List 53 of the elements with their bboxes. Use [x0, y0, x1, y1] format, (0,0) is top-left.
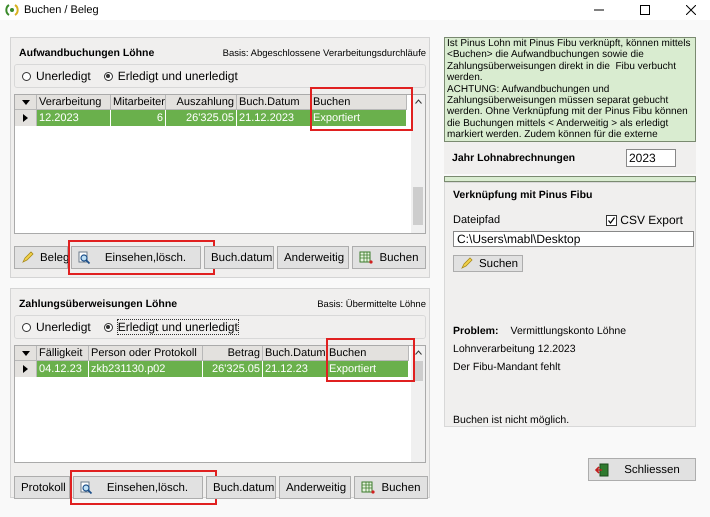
action-button[interactable]: Anderweitig — [279, 476, 351, 499]
section-title: Aufwandbuchungen Löhne — [19, 47, 154, 59]
table-cell: 21.12.23 — [263, 361, 327, 377]
table-cell: Exportiert — [327, 361, 409, 377]
table-cell: 21.12.2023 — [237, 110, 311, 126]
radio-label[interactable]: Unerledigt — [35, 319, 92, 335]
problem-label: Problem: — [453, 325, 499, 337]
table-cell: zkb231130.p02 — [89, 361, 203, 377]
table-cell: 26'325.05 — [203, 361, 263, 377]
radio-label[interactable]: Unerledigt — [35, 68, 92, 84]
checkbox-label[interactable]: CSV Export — [620, 213, 683, 227]
column-header[interactable]: Buchen — [311, 95, 407, 110]
window-title: Buchen / Beleg — [24, 4, 99, 16]
column-header[interactable]: Verarbeitung — [37, 95, 111, 110]
section-basis: Basis: Übermittelte Löhne — [317, 298, 426, 310]
column-header[interactable]: Person oder Protokoll — [89, 346, 203, 361]
section-title: Zahlungsüberweisungen Löhne — [19, 298, 178, 310]
section-basis: Basis: Abgeschlossene Verarbeitungsdurchläufe — [222, 48, 426, 58]
problem-text: Lohnverarbeitung 12.2023 — [453, 343, 577, 355]
problem-text: Der Fibu-Mandant fehlt — [453, 361, 562, 373]
column-header[interactable]: Auszahlung — [166, 95, 237, 110]
table-cell: Exportiert — [311, 110, 407, 126]
column-header[interactable]: Buch.Datum — [237, 95, 311, 110]
path-field[interactable]: C:\Users\mabl\Desktop — [453, 231, 694, 248]
table-cell: 04.12.23 — [37, 361, 89, 377]
column-header[interactable]: Buchen — [327, 346, 409, 361]
link-title: Verknüpfung mit Pinus Fibu — [453, 189, 592, 201]
radio-label[interactable]: Erledigt und unerledigt — [116, 68, 239, 84]
action-button[interactable]: Einsehen,lösch. — [73, 476, 203, 499]
column-header[interactable]: Fälligkeit — [37, 346, 89, 361]
path-label: Dateipfad — [453, 214, 500, 226]
column-header[interactable]: Mitarbeiter — [111, 95, 166, 110]
action-button[interactable]: Buchen — [352, 246, 426, 269]
radio-label[interactable]: Erledigt und unerledigt — [116, 319, 239, 335]
result-text: Buchen ist nicht möglich. — [453, 414, 570, 426]
action-button[interactable]: Einsehen,lösch. — [71, 246, 201, 269]
action-button[interactable]: Buch.datum — [206, 476, 276, 499]
table-cell: 6 — [111, 110, 166, 126]
action-button[interactable]: Protokoll — [14, 476, 70, 499]
action-button[interactable]: Buchen — [354, 476, 428, 499]
year-label: Jahr Lohnabrechnungen — [452, 152, 576, 164]
table-cell: 12.2023 — [37, 110, 111, 126]
column-header[interactable]: Buch.Datum — [263, 346, 327, 361]
info-text: Ist Pinus Lohn mit Pinus Fibu verknüpft, können mittels <Buchen> die Aufwandbuchungen sowie die Zahlungsüberweisungen direkt in die Fibu verbucht werden. ACHTUNG: Aufwandbuchungen und Zahlungsüberweisungen müssen separat gebucht werden. Ohne Verknüpfung mit der Pinus Fibu können die Buchungen mittels < Anderweitig > als erledigt markiert werden. Zudem können für die externe — [444, 37, 696, 142]
action-button[interactable]: Anderweitig — [277, 246, 349, 269]
problem-detail: Vermittlungskonto Löhne — [510, 325, 626, 337]
column-header[interactable]: Betrag — [203, 346, 263, 361]
search-button[interactable]: Suchen — [453, 255, 523, 272]
year-field[interactable]: 2023 — [626, 149, 676, 167]
close-button[interactable]: Schliessen — [588, 458, 696, 481]
action-button[interactable]: Beleg — [14, 246, 68, 269]
action-button[interactable]: Buch.datum — [204, 246, 274, 269]
table-cell: 26'325.05 — [166, 110, 237, 126]
